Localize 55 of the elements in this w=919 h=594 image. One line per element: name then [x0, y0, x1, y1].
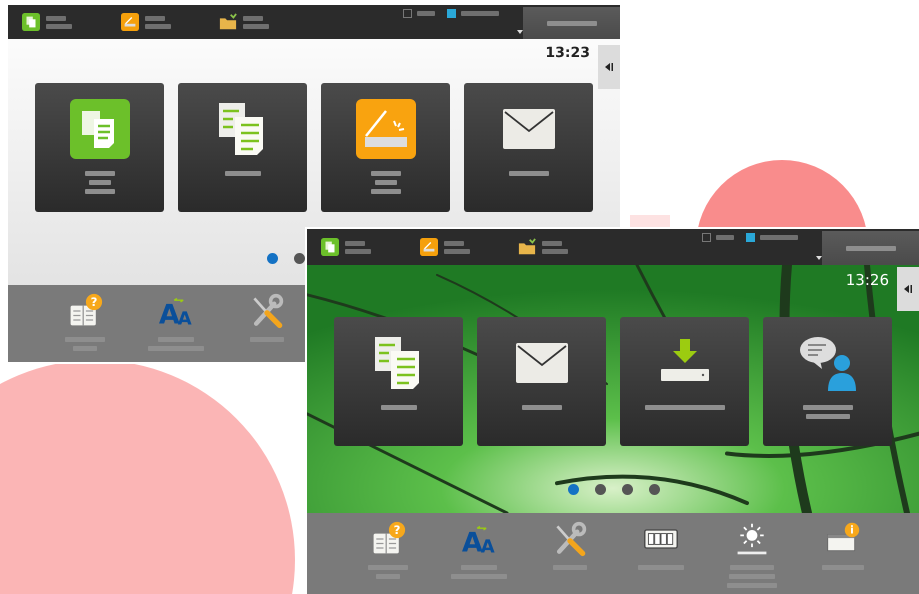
folder-icon	[518, 238, 536, 256]
app-tile[interactable]	[334, 317, 463, 446]
collapse-icon	[903, 284, 913, 294]
blurred-text	[417, 11, 436, 16]
blurred-text	[716, 235, 734, 240]
app-tile[interactable]	[178, 83, 307, 212]
page-indicator-dot[interactable]	[294, 253, 305, 264]
clock: 13:26	[846, 271, 889, 289]
scanner-icon	[420, 238, 438, 256]
checkbox[interactable]	[746, 233, 756, 242]
checkbox[interactable]	[702, 233, 712, 242]
blurred-text	[370, 171, 400, 176]
blurred-text	[243, 16, 270, 28]
blurred-text	[370, 189, 400, 194]
app-tile[interactable]	[477, 317, 606, 446]
blurred-text	[806, 414, 850, 419]
blurred-text	[88, 180, 110, 185]
app-tile[interactable]	[35, 83, 164, 212]
side-panel-tab[interactable]	[598, 45, 620, 89]
folder-icon	[219, 13, 238, 31]
clock: 13:23	[545, 45, 590, 61]
collapse-icon	[604, 62, 614, 72]
shortcut-button[interactable]: ?	[46, 285, 124, 362]
blurred-text	[444, 240, 470, 254]
blurred-text	[461, 11, 500, 16]
scanner-icon	[356, 99, 416, 159]
shortcut-button[interactable]: i	[797, 513, 888, 594]
copy-icon	[321, 238, 339, 256]
blurred-text	[760, 235, 798, 240]
app-tile[interactable]	[464, 83, 593, 212]
two-sided-copy-icon	[70, 99, 130, 159]
blurred-text	[224, 171, 260, 176]
blurred-text	[508, 171, 548, 176]
blurred-text	[374, 180, 396, 185]
blurred-text	[84, 171, 114, 176]
page-indicator-dot[interactable]	[267, 253, 278, 264]
app-tile[interactable]	[620, 317, 749, 446]
shortcut-button[interactable]: ?	[342, 513, 433, 594]
app-tile[interactable]	[763, 317, 892, 446]
blurred-text	[522, 405, 562, 410]
blurred-text	[802, 405, 852, 410]
blurred-text	[380, 405, 416, 410]
copy-icon	[22, 13, 40, 31]
shortcut-button[interactable]: AA	[137, 285, 215, 362]
blurred-text	[345, 240, 371, 254]
blurred-text	[84, 189, 114, 194]
blurred-text	[542, 240, 568, 254]
app-tile[interactable]	[321, 83, 450, 212]
checkbox[interactable]	[403, 9, 412, 18]
side-panel-tab[interactable]	[897, 267, 919, 311]
checkbox[interactable]	[447, 9, 456, 18]
blurred-text	[144, 16, 171, 28]
shortcut-button[interactable]: AA	[433, 513, 524, 594]
blurred-text	[46, 16, 72, 28]
scanner-icon	[120, 13, 139, 31]
